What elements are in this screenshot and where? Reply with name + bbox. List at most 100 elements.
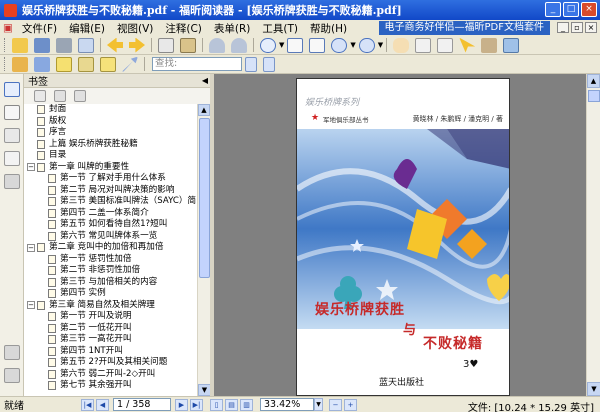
callout-icon[interactable] [100,56,116,72]
zoom-in-dropdown-icon[interactable]: ▼ [378,41,383,49]
ad-link[interactable]: 电子商务好伴侣—福昕PDF文档套件 [378,21,550,35]
bookmark-item[interactable]: 第一节 惩罚性加倍 [26,254,196,266]
bookmark-item[interactable]: 第一节 了解对手用什么体系 [26,173,196,185]
find-input[interactable]: 查找: [152,57,242,71]
bookmark-item[interactable]: 第二节 局况对叫牌决策的影响 [26,185,196,197]
bookmark-item[interactable]: 第三节 一高花开叫 [26,334,196,346]
layers-tab-icon[interactable] [4,128,20,143]
previous-page-icon[interactable]: ◀ [96,398,109,411]
zoom-out-status-icon[interactable]: − [329,398,342,411]
menu-comment[interactable]: 注释(C) [159,21,208,36]
bookmark-item[interactable]: 上篇 娱乐桥牌获胜秘籍 [26,139,196,151]
select-text-icon[interactable] [415,37,432,53]
bookmark-item[interactable]: 版权 [26,116,196,128]
zoom-dropdown-icon[interactable]: ▼ [279,41,284,49]
bookmark-item[interactable]: 封面 [26,104,196,116]
close-button[interactable]: × [581,2,597,17]
document-scrollbar[interactable]: ▲ ▼ [586,74,600,396]
bookmark-item[interactable]: 目录 [26,150,196,162]
bookmark-item[interactable]: 第六节 弱二开叫-2◇开叫 [26,369,196,381]
bookmark-properties-icon[interactable] [74,90,86,102]
maximize-button[interactable]: □ [563,2,579,17]
menu-edit[interactable]: 编辑(E) [63,21,111,36]
menu-tools[interactable]: 工具(T) [256,21,304,36]
facing-view-icon[interactable]: ▥ [240,398,253,411]
bookmark-item[interactable]: 第五节 2?开叫及其相关问题 [26,357,196,369]
find-next-icon[interactable] [263,56,275,72]
signatures-tab-icon[interactable] [4,345,20,360]
fit-page-icon[interactable] [287,37,304,53]
bookmark-item[interactable]: 第二节 一低花开叫 [26,323,196,335]
zoom-out-dropdown-icon[interactable]: ▼ [350,41,355,49]
new-bookmark-icon[interactable] [34,90,46,102]
back-icon[interactable] [107,37,123,53]
comments-tab-icon[interactable] [4,151,20,166]
copy-icon[interactable] [158,37,174,53]
typewriter-icon[interactable] [481,37,498,53]
image-icon[interactable] [503,37,520,53]
menu-view[interactable]: 视图(V) [111,21,159,36]
bookmark-item[interactable]: 第三节 美国标准叫牌法（SAYC）简介 [26,196,196,208]
bookmark-item[interactable]: 第一节 开叫及说明 [26,311,196,323]
email-icon[interactable] [78,37,94,53]
highlight-icon[interactable] [34,56,50,72]
scroll-up-arrow-icon[interactable]: ▲ [198,104,210,116]
bookmark-item[interactable]: 第五节 如何看待自然1?短叫 [26,219,196,231]
collapse-panel-icon[interactable]: ◀ [202,76,208,85]
hand-tool-icon[interactable] [393,37,410,53]
bookmark-item[interactable]: 第四节 1NT开叫 [26,346,196,358]
bookmark-item[interactable]: 第四节 实例 [26,288,196,300]
print-icon[interactable] [56,37,72,53]
fit-width-icon[interactable] [309,37,326,53]
paste-icon[interactable] [180,37,196,53]
bookmark-item[interactable]: − 第一章 叫牌的重要性 [26,162,196,174]
collapse-icon[interactable]: − [27,243,35,252]
attachments-tab-icon[interactable] [4,174,20,189]
bookmark-item[interactable]: 第二节 非惩罚性加倍 [26,265,196,277]
scroll-up-arrow-icon[interactable]: ▲ [587,74,600,88]
redo-icon[interactable] [231,37,247,53]
pencil-icon[interactable] [12,56,28,72]
bookmark-item[interactable]: 第四节 二盖一体系简介 [26,208,196,220]
first-page-icon[interactable]: |◀ [81,398,94,411]
open-icon[interactable] [12,37,28,53]
single-page-view-icon[interactable]: ▯ [210,398,223,411]
bookmark-item[interactable]: 第六节 常见叫牌体系一览 [26,231,196,243]
bookmarks-tab-icon[interactable] [4,82,20,97]
bookmark-scrollbar[interactable]: ▲ ▼ [197,104,211,396]
continuous-view-icon[interactable]: ▤ [225,398,238,411]
doc-minimize-button[interactable]: _ [557,22,569,33]
bookmark-item[interactable]: − 第三章 简易自然及相关牌理 [26,300,196,312]
pages-tab-icon[interactable] [4,105,20,120]
zoom-input[interactable]: 33.42% [260,398,314,411]
scroll-down-arrow-icon[interactable]: ▼ [587,382,600,396]
find-previous-icon[interactable] [245,56,257,72]
save-icon[interactable] [34,37,50,53]
text-box-icon[interactable] [78,56,94,72]
page-number-input[interactable]: 1 / 358 [113,398,171,411]
zoom-in-icon[interactable] [358,37,375,53]
document-icon[interactable]: ▣ [0,22,16,34]
doc-close-button[interactable]: × [585,22,597,33]
bookmark-item[interactable]: 第七节 其余强开叫 [26,380,196,392]
zoom-icon[interactable] [260,37,276,53]
collapse-icon[interactable]: − [27,301,35,310]
scroll-thumb[interactable] [199,118,210,278]
arrow-select-icon[interactable] [459,37,476,53]
forward-icon[interactable] [129,37,145,53]
delete-bookmark-icon[interactable] [54,90,66,102]
menu-file[interactable]: 文件(F) [16,21,63,36]
bookmark-item[interactable]: 第三节 与加倍相关的内容 [26,277,196,289]
snapshot-icon[interactable] [437,37,454,53]
document-view[interactable]: 娱乐桥牌系列 ★ 军地俱乐部丛书 黄晓林 / 朱鹏辉 / 潘克明 / 著 娱乐桥… [214,74,586,396]
zoom-out-icon[interactable] [331,37,348,53]
last-page-icon[interactable]: ▶| [190,398,203,411]
scroll-thumb[interactable] [588,90,600,102]
arrow-tool-icon[interactable] [122,56,138,72]
zoom-in-status-icon[interactable]: + [344,398,357,411]
bookmark-item[interactable]: 序言 [26,127,196,139]
bookmark-item[interactable]: − 第二章 竞叫中的加倍和再加倍 [26,242,196,254]
info-tab-icon[interactable] [4,368,20,383]
menu-help[interactable]: 帮助(H) [304,21,353,36]
zoom-dropdown-icon[interactable]: ▼ [314,398,323,411]
